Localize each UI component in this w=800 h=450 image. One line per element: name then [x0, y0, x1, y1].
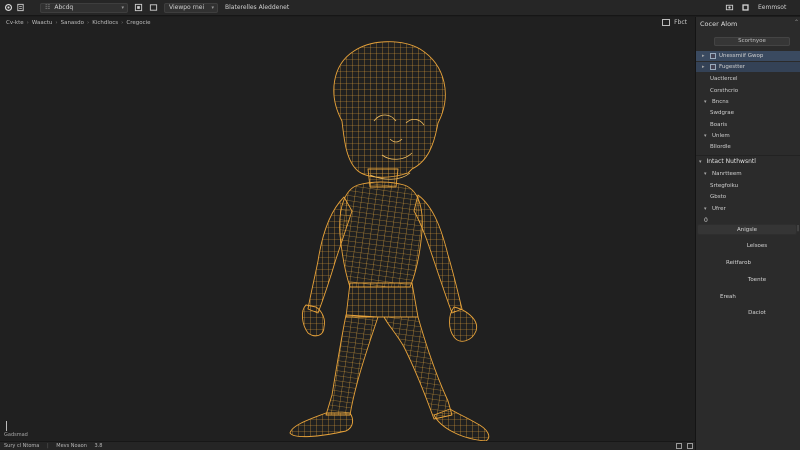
workspace-dropdown[interactable]: ☷ Abcdq ▾: [40, 3, 128, 13]
tree-item[interactable]: Swdgrae: [710, 108, 734, 118]
section-item-label: Ufrer: [712, 206, 726, 212]
tree-item-label: Unlem: [712, 133, 730, 139]
outliner-panel: Cocer Alom ⌃ Scortnyoe ▸ Unessmiif Gwop ▸…: [695, 17, 800, 450]
status-separator: |: [46, 443, 49, 449]
tree-item[interactable]: Boaris: [710, 120, 727, 130]
panel-button[interactable]: Reitfarob: [704, 258, 776, 269]
viewport-caption: Gadsmad: [4, 432, 28, 438]
section-item[interactable]: ▾ Nanrtteem: [704, 169, 742, 179]
panel-button[interactable]: Lelsoes: [724, 241, 790, 252]
tree-item-label: Bllordle: [710, 144, 731, 150]
scene-icon[interactable]: [741, 3, 750, 12]
status-bar: Sury cl Ntoma | Mevs Noaon 3.8: [0, 441, 695, 450]
tree-item-label: Bncns: [712, 99, 729, 105]
breadcrumb-item[interactable]: Waactu: [32, 20, 53, 26]
section-item-label: Gbsto: [710, 194, 727, 200]
tree-item[interactable]: ▾ Unlem: [704, 131, 730, 141]
viewport-cursor: [6, 421, 7, 431]
panel-button[interactable]: Anigsle: [697, 224, 797, 235]
snap-icon[interactable]: [134, 3, 143, 12]
app-logo-icon[interactable]: [4, 3, 13, 12]
breadcrumb-separator: ›: [87, 20, 90, 26]
panel-button[interactable]: Ereah: [704, 292, 764, 303]
chevron-down-icon: ▾: [121, 5, 124, 11]
overlay-icon[interactable]: [149, 3, 158, 12]
section-item-label: Srtegfoiku: [710, 183, 739, 189]
tree-item[interactable]: Corsthcrio: [710, 86, 738, 96]
breadcrumb-item[interactable]: Kichdlocs: [92, 20, 118, 26]
tree-item[interactable]: Uactlercel: [710, 74, 738, 84]
panel-button[interactable]: Toente: [724, 275, 790, 286]
tree-item[interactable]: ▸ Fugestter: [696, 62, 800, 72]
status-value: 3.8: [94, 443, 103, 449]
status-toggle-icon[interactable]: [676, 443, 682, 449]
tree-item-label: Corsthcrio: [710, 88, 739, 94]
expand-arrow-icon[interactable]: ▸: [702, 51, 710, 61]
render-icon[interactable]: [725, 3, 734, 12]
panel-button[interactable]: Daciot: [724, 308, 790, 319]
section-item[interactable]: ▾ Ufrer: [704, 204, 726, 214]
object-icon: [710, 63, 716, 70]
section-item-label: Nanrtteem: [712, 171, 742, 177]
section-item[interactable]: Srtegfoiku: [710, 181, 738, 191]
top-bar: ☷ Abcdq ▾ Viewpo rnei ▾ Blaterelles Aledd…: [0, 0, 800, 16]
wireframe-character-mesh[interactable]: [250, 35, 500, 450]
expand-arrow-icon[interactable]: ▾: [704, 204, 712, 214]
breadcrumb: Cv-kte › Waactu › Sanasdo › Kichdlocs › Cregocie: [6, 20, 151, 26]
tree-item-label: Uactlercel: [710, 76, 738, 82]
field-marker-icon: |: [797, 225, 800, 232]
collection-icon: [710, 52, 716, 59]
tree-item[interactable]: ▾ Bncns: [704, 97, 729, 107]
tree-item[interactable]: ▸ Unessmiif Gwop: [696, 51, 800, 61]
breadcrumb-item[interactable]: Cregocie: [126, 20, 150, 26]
breadcrumb-separator: ›: [55, 20, 58, 26]
section-item[interactable]: Gbsto: [710, 192, 726, 202]
workspace-dropdown-label: Abcdq: [54, 4, 74, 11]
status-middle-text: Mevs Noaon: [56, 443, 87, 449]
tree-item-label: Fugestter: [719, 64, 746, 70]
expand-arrow-icon[interactable]: ▾: [704, 131, 712, 141]
index-value: 0: [704, 217, 708, 224]
status-left-text: Sury cl Ntoma: [4, 443, 40, 449]
outliner-search-input[interactable]: Scortnyoe: [714, 37, 790, 46]
section-header[interactable]: ▾ Intact Nuthwsntl: [696, 155, 800, 166]
3d-viewport[interactable]: Cv-kte › Waactu › Sanasdo › Kichdlocs › Cregocie…: [0, 17, 695, 442]
chevron-down-icon: ▾: [211, 5, 214, 11]
section-title: Intact Nuthwsntl: [706, 158, 756, 165]
editor-type-icon: ☷: [45, 4, 51, 11]
tree-item-label: Swdgrae: [710, 110, 734, 116]
status-toggle-icon[interactable]: [687, 443, 693, 449]
mode-dropdown[interactable]: Viewpo rnei ▾: [164, 3, 218, 13]
tree-item-label: Boaris: [710, 122, 728, 128]
mode-dropdown-label: Viewpo rnei: [169, 4, 205, 11]
expand-arrow-icon[interactable]: ▾: [704, 169, 712, 179]
chevron-down-icon: ▾: [699, 159, 702, 165]
viewport-tools[interactable]: Fbct: [662, 19, 687, 26]
panel-title: Cocer Alom: [700, 20, 738, 28]
breadcrumb-separator: ›: [121, 20, 124, 26]
tree-item[interactable]: Bllordle: [710, 142, 731, 152]
breadcrumb-item[interactable]: Cv-kte: [6, 20, 24, 26]
viewport-tool-label[interactable]: Fbct: [674, 19, 687, 26]
topbar-right-label[interactable]: Eemmsot: [758, 4, 786, 11]
expand-arrow-icon[interactable]: ▾: [704, 97, 712, 107]
breadcrumb-separator: ›: [26, 20, 29, 26]
breadcrumb-item[interactable]: Sanasdo: [61, 20, 84, 26]
tree-item-label: Unessmiif Gwop: [719, 53, 764, 59]
scene-title: Blaterelles Aleddenet: [225, 4, 290, 11]
file-menu-icon[interactable]: [16, 3, 25, 12]
expand-arrow-icon[interactable]: ▸: [702, 62, 710, 72]
camera-view-icon[interactable]: [662, 19, 671, 26]
panel-collapse-icon[interactable]: ⌃: [794, 19, 799, 26]
